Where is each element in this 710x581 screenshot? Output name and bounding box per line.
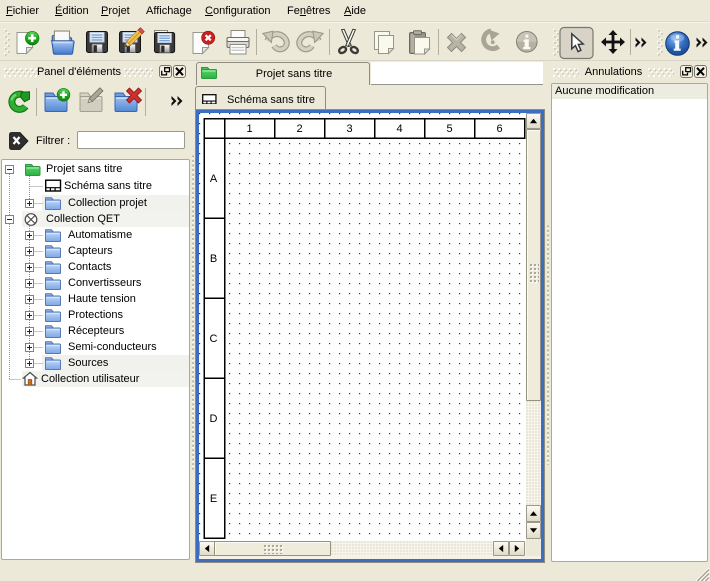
svg-text:B: B <box>210 253 217 265</box>
svg-text:6: 6 <box>496 123 502 135</box>
svg-text:1: 1 <box>246 123 252 135</box>
svg-text:5: 5 <box>446 123 452 135</box>
svg-text:2: 2 <box>296 123 302 135</box>
svg-text:E: E <box>210 493 217 505</box>
svg-text:C: C <box>210 333 218 345</box>
svg-text:4: 4 <box>396 123 402 135</box>
svg-text:A: A <box>210 173 218 185</box>
svg-text:3: 3 <box>346 123 352 135</box>
svg-text:D: D <box>210 413 218 425</box>
